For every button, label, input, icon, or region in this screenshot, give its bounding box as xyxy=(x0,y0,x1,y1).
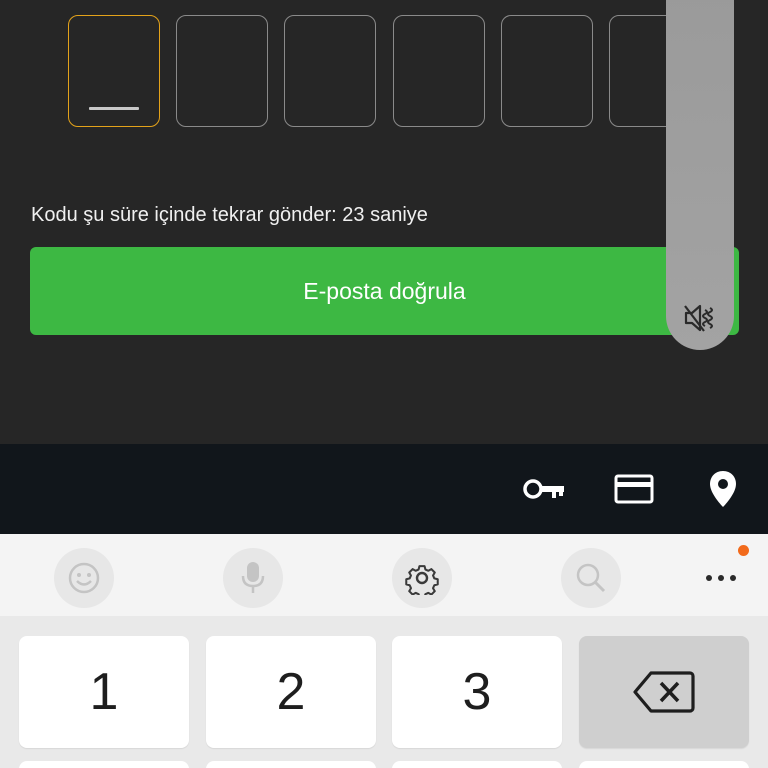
autofill-bar xyxy=(0,444,768,534)
key-1[interactable]: 1 xyxy=(19,636,189,748)
more-icon[interactable] xyxy=(691,548,751,608)
resend-countdown-text: Kodu şu süre içinde tekrar gönder: 23 sa… xyxy=(31,204,428,226)
search-icon[interactable] xyxy=(561,548,621,608)
keyboard-toolbar xyxy=(0,534,768,616)
volume-mute-icon[interactable] xyxy=(680,298,720,338)
card-icon[interactable] xyxy=(611,466,657,512)
notification-dot xyxy=(738,545,749,556)
input-cursor xyxy=(89,107,139,110)
backspace-icon xyxy=(633,671,695,713)
code-digit-box-4[interactable] xyxy=(393,15,485,127)
backspace-key[interactable] xyxy=(579,636,749,748)
key-2[interactable]: 2 xyxy=(206,636,376,748)
volume-slider-panel[interactable] xyxy=(666,0,734,350)
location-pin-icon[interactable] xyxy=(700,466,746,512)
verify-email-button[interactable]: E-posta doğrula xyxy=(30,247,739,335)
code-digit-box-1[interactable] xyxy=(68,15,160,127)
key-row2-partial xyxy=(19,761,189,768)
numeric-keyboard: 1 2 3 xyxy=(0,616,768,768)
key-row2-partial xyxy=(206,761,376,768)
key-3[interactable]: 3 xyxy=(392,636,562,748)
app-screen: Kodu şu süre içinde tekrar gönder: 23 sa… xyxy=(0,0,768,444)
key-row2-partial xyxy=(392,761,562,768)
code-digit-box-5[interactable] xyxy=(501,15,593,127)
key-icon[interactable] xyxy=(521,466,567,512)
code-digit-box-2[interactable] xyxy=(176,15,268,127)
code-digit-box-3[interactable] xyxy=(284,15,376,127)
settings-icon[interactable] xyxy=(392,548,452,608)
microphone-icon[interactable] xyxy=(223,548,283,608)
emoji-icon[interactable] xyxy=(54,548,114,608)
key-row2-partial xyxy=(579,761,749,768)
